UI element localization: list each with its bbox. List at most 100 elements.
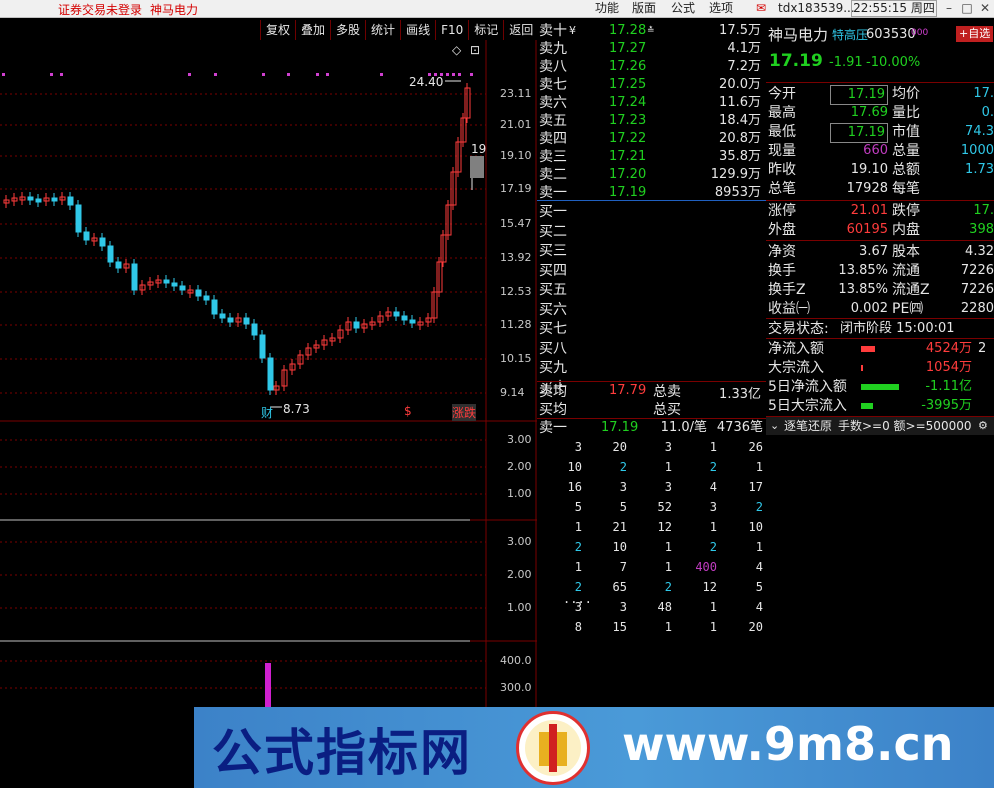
chart-settings-icon[interactable]: ⊡ [470,43,480,57]
toolbar-f10-button[interactable]: F10 [435,20,468,40]
ask-price[interactable]: 17.23 [609,112,646,130]
ask-price[interactable]: 17.21 [609,148,646,166]
quote-field-label: 最高 [768,105,796,121]
toolbar-draw-button[interactable]: 画线 [400,20,435,40]
section-divider [766,338,994,339]
tick-cell: 3 [619,600,627,614]
candle-body [107,245,114,263]
price-axis-tick: 10.15 [500,352,532,365]
ask-volume: 11.6万 [719,95,761,110]
tick-cell: 7 [619,560,627,574]
tick-cell: 3 [709,500,717,514]
quote-field-value: 0. [981,105,994,120]
candle-body [409,319,416,324]
tick-cell: 16 [567,480,582,494]
quote-limit-label: 内盘 [892,222,920,238]
candlesticks [3,83,484,395]
ask-price[interactable]: 17.24 [609,94,646,112]
tick-cell: 3 [664,440,672,454]
high-price-label: 24.40 [409,75,444,89]
tick-cell: 2 [664,580,672,594]
quote-fund-value: 3.67 [859,244,888,259]
tick-cell: 1 [664,540,672,554]
ask-price[interactable]: 17.22 [609,130,646,148]
menu-options[interactable]: 选项 [709,0,733,17]
add-favorite-button[interactable]: +自选 [956,26,994,42]
account-name[interactable]: tdx183539... [778,0,855,17]
tick-head-per: 11.0/笔 [660,420,707,435]
tick-cell: 10 [612,540,627,554]
quote-concept-tag[interactable]: 特高压 [832,26,868,44]
tick-cell: 1 [574,520,582,534]
indicator2-axis-tick: 1.00 [507,601,532,614]
fund-flow-value: 4524万 [925,341,972,356]
tick-cell: 21 [612,520,627,534]
tick-cell: 1 [709,620,717,634]
ask-price[interactable]: 17.27 [609,40,646,58]
bid-level-label: 买六 [539,301,567,318]
menu-layout[interactable]: 版面 [632,0,656,17]
candle-body [259,334,266,359]
tick-head-price: 17.19 [601,420,639,435]
toolbar-back-button[interactable]: 返回 [503,20,538,40]
candle-body [75,204,82,233]
event-badge-updown[interactable]: 涨跌 [452,404,477,421]
price-axis-tick: 15.47 [500,217,532,230]
close-icon[interactable]: ✕ [976,0,994,17]
event-badge-finance[interactable]: 财 [261,404,273,421]
login-status[interactable]: 证券交易未登录 [58,1,142,18]
ask-level-label: 卖九 [539,41,567,57]
bid-level-label: 买九 [539,360,567,376]
tick-cell: 1 [664,460,672,474]
bid-level-label: 买一 [539,204,567,220]
toolbar-multi-stock-button[interactable]: 多股 [330,20,365,40]
quote-fund-label: 收益㈠ [768,301,810,317]
ask-price[interactable]: 17.28 [609,22,646,40]
toolbar-adjust-button[interactable]: 复权 [260,20,295,40]
signal-dot [380,73,383,76]
quote-field-label: 总量 [892,143,920,159]
tick-filter-collapse-icon[interactable]: ⌄ [770,417,779,435]
signal-dot [287,73,290,76]
event-badge-dollar[interactable]: $ [404,404,412,418]
mail-icon[interactable]: ✉ [752,0,770,17]
price-axis-tick: 23.11 [500,87,532,100]
signal-dot [452,73,455,76]
menu-function[interactable]: 功能 [595,0,619,17]
tick-filter-settings-icon[interactable]: ⚙ [978,417,988,435]
candle-body [51,197,58,202]
tick-filter-title[interactable]: 逐笔还原 [784,417,832,435]
quote-fund-value: 13.85% [838,263,888,278]
quote-fund-label: 股本 [892,244,920,260]
tick-more[interactable]: .... [563,592,592,606]
toolbar-overlay-button[interactable]: 叠加 [295,20,330,40]
price-axis-tick: 9.14 [500,386,525,399]
chart-zoom-icon[interactable]: ◇ [452,43,461,57]
signal-dot [188,73,191,76]
toolbar-stats-button[interactable]: 统计 [365,20,400,40]
indicator1-axis-tick: 3.00 [507,433,532,446]
quote-field-value: 17. [973,86,994,101]
quote-field-value: 19.10 [850,162,888,177]
menu-formula[interactable]: 公式 [671,0,695,17]
total-sell-label: 总卖 [653,384,681,400]
tick-cell: 1 [664,620,672,634]
minimize-icon[interactable]: – [940,0,958,17]
tick-filter-criteria[interactable]: 手数>=0 额>=500000 [838,417,971,435]
signal-dot [316,73,319,76]
quote-fund-label: 流通Z [892,282,930,298]
quote-field-value: 17.19 [830,123,888,143]
currency-mark: ¥ [569,24,576,37]
ask-price[interactable]: 17.20 [609,166,646,184]
signal-dot [470,73,473,76]
tick-cell: 10 [567,460,582,474]
candle-body [115,261,122,269]
top-stock-name: 神马电力 [150,3,199,17]
ask-price[interactable]: 17.25 [609,76,646,94]
toolbar-mark-button[interactable]: 标记 [468,20,503,40]
tick-cell: 2 [709,540,717,554]
maximize-icon[interactable]: □ [958,0,976,17]
quote-field-label: 总笔 [768,181,796,197]
quote-limit-value: 60195 [846,222,888,237]
ask-price[interactable]: 17.26 [609,58,646,76]
